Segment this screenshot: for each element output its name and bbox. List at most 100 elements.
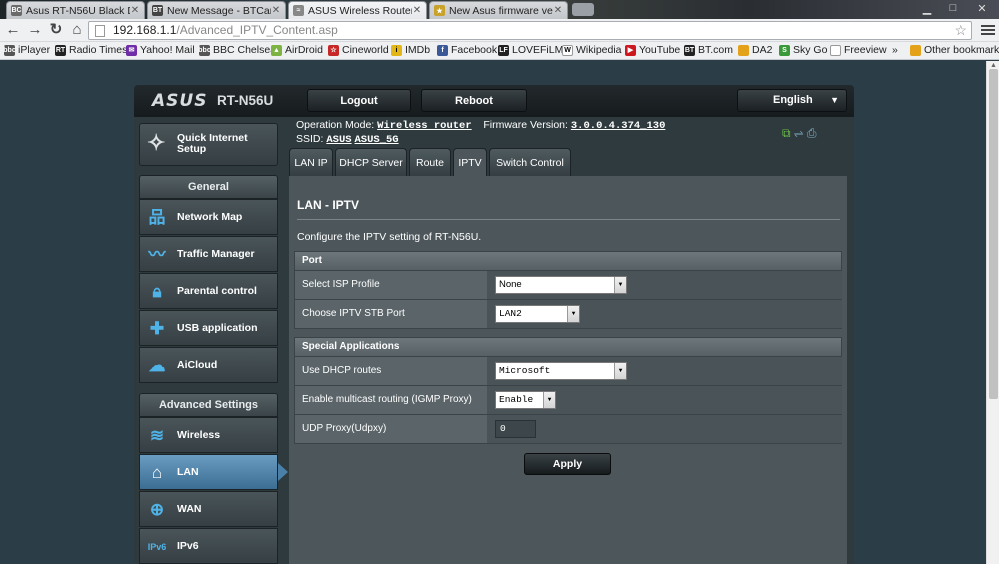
home-icon[interactable]: ⌂ [69,22,85,38]
language-select[interactable]: English ▼ [737,89,847,112]
status-icons: ⧉ ⇌ ⎙ [782,126,816,141]
bookmark-label: Freeview [844,44,887,56]
browser-tab-active[interactable]: ≈ ASUS Wireless Router RT-N ✕ [288,1,427,19]
sidebar-item-wireless[interactable]: ≋ Wireless [139,417,278,453]
page-scrollbar[interactable]: ▲ [986,61,999,564]
bookmark-star-icon[interactable]: ☆ [954,22,967,39]
bookmark-item[interactable]: ▶ YouTube [625,44,680,56]
stb-port-row: Choose IPTV STB Port LAN2 ▼ [294,300,842,329]
bookmark-item[interactable]: LF LOVEFiLM [498,44,563,56]
other-bookmarks[interactable]: Other bookmarks [910,44,999,56]
scroll-thumb[interactable] [989,69,998,399]
browser-tab[interactable]: BT New Message - BTCare Co ✕ [147,1,286,19]
stb-port-select[interactable]: LAN2 ▼ [495,305,580,323]
lock-icon: 🔒︎ [152,282,162,301]
usb-icon[interactable]: ⇌ [794,126,804,140]
chevron-down-icon: ▼ [543,392,555,408]
reboot-button[interactable]: Reboot [421,89,527,112]
dhcp-routes-row: Use DHCP routes Microsoft ▼ [294,357,842,386]
browser-menu-icon[interactable] [981,23,995,37]
sidebar-item-aicloud[interactable]: ☁ AiCloud [139,347,278,383]
bookmark-item[interactable]: ▲ AirDroid [271,44,323,56]
address-bar[interactable]: 192.168.1.1/Advanced_IPTV_Content.asp ☆ [88,21,972,40]
port-section-header: Port [294,251,842,271]
close-icon[interactable]: ✕ [553,5,563,16]
multicast-row: Enable multicast routing (IGMP Proxy) En… [294,386,842,415]
isp-profile-select[interactable]: None ▼ [495,276,627,294]
udpxy-input[interactable]: 0 [495,420,536,438]
close-icon[interactable]: ✕ [130,5,140,16]
browser-tab[interactable]: ★ New Asus firmware versio ✕ [429,1,568,19]
chevron-down-icon: ▼ [614,277,626,293]
bookmark-item[interactable]: i IMDb [391,44,430,56]
sidebar-item-ipv6[interactable]: IPv6 IPv6 [139,528,278,564]
lovefilm-icon: LF [498,44,509,56]
udpxy-cell: 0 [487,415,842,443]
browser-tabstrip: BC Asus RT-N56U Black Diam ✕ BT New Mess… [0,0,999,19]
bookmark-item[interactable]: RT Radio Times [55,44,127,56]
bookmark-item[interactable]: S Sky Go [779,44,827,56]
browser-toolbar: ← → ↻ ⌂ 192.168.1.1/Advanced_IPTV_Conten… [0,19,999,42]
sidebar-item-label: WAN [177,503,202,515]
bookmarks-bar: bbc iPlayer RT Radio Times ✉ Yahoo! Mail bb… [0,42,999,60]
bookmark-item[interactable]: ☆ Cineworld [328,44,389,56]
tab-switch-control[interactable]: Switch Control [489,148,571,176]
sidebar-item-wan[interactable]: ⊕ WAN [139,491,278,527]
minimize-icon[interactable]: ▁ [914,0,940,16]
tab-dhcp-server[interactable]: DHCP Server [335,148,407,176]
bookmark-item[interactable]: DA2 [738,44,772,56]
close-icon[interactable]: ✕ [412,5,422,16]
sidebar-item-traffic-manager[interactable]: 〰 Traffic Manager [139,236,278,272]
tab-lan-ip[interactable]: LAN IP [289,148,333,176]
window-close-icon[interactable]: ✕ [966,0,998,16]
close-icon[interactable]: ✕ [271,5,281,16]
op-mode-link[interactable]: Wireless router [377,120,472,132]
bookmark-item[interactable]: ✉ Yahoo! Mail [126,44,195,56]
scroll-up-icon[interactable]: ▲ [990,62,997,69]
bookmark-label: Sky Go [793,44,828,56]
bookmark-item[interactable]: BT BT.com [684,44,733,56]
multicast-label: Enable multicast routing (IGMP Proxy) [295,386,487,414]
reload-icon[interactable]: ↻ [48,22,64,38]
sidebar-item-usb-application[interactable]: ✚ USB application [139,310,278,346]
bookmark-item[interactable]: Freeview [830,44,887,56]
tab-title: Asus RT-N56U Black Diam [26,4,130,17]
bookmark-label: Radio Times [69,44,128,56]
magic-wand-icon: ✧ [147,130,166,155]
ssid-5g-link[interactable]: ASUS_5G [355,134,399,146]
asus-logo: ASUS [152,91,208,111]
back-arrow-icon[interactable]: ← [5,22,21,38]
sidebar-item-lan[interactable]: ⌂ LAN [139,454,288,490]
tab-iptv[interactable]: IPTV [453,148,487,176]
bookmark-item[interactable]: bbc iPlayer [3,44,51,56]
tab-route[interactable]: Route [409,148,451,176]
stb-port-label: Choose IPTV STB Port [295,300,487,328]
bookmark-item[interactable]: bbc BBC Chelsea [198,44,277,56]
apply-button[interactable]: Apply [524,453,611,475]
chevron-down-icon: ▼ [830,95,839,105]
dhcp-routes-select[interactable]: Microsoft ▼ [495,362,627,380]
maximize-icon[interactable]: □ [940,0,966,16]
logout-button[interactable]: Logout [307,89,411,112]
cloud-icon: ☁ [148,356,166,375]
bookmark-item[interactable]: f Facebook [437,44,497,56]
printer-icon[interactable]: ⎙ [807,126,817,140]
quick-internet-setup-button[interactable]: ✧ Quick Internet Setup [139,123,278,166]
ssid-link[interactable]: ASUS [326,134,351,146]
new-tab-button[interactable] [572,3,594,16]
tab-favicon-icon: BT [152,5,163,16]
bookmark-item[interactable]: W Wikipedia [562,44,622,56]
bookmarks-overflow-button[interactable]: » [892,44,898,56]
title-divider [297,219,840,220]
firmware-link[interactable]: 3.0.0.4.374_130 [571,120,666,132]
sidebar-item-network-map[interactable]: 品 Network Map [139,199,278,235]
tab-favicon-icon: BC [11,5,22,16]
sidebar-item-parental-control[interactable]: 🔒︎ Parental control [139,273,278,309]
multicast-select[interactable]: Enable ▼ [495,391,556,409]
sidebar-general-header: General [139,175,278,199]
network-status-icon[interactable]: ⧉ [782,126,791,140]
bookmark-label: iPlayer [18,44,51,56]
bookmark-label: BBC Chelsea [213,44,277,56]
browser-tab[interactable]: BC Asus RT-N56U Black Diam ✕ [6,1,145,19]
forward-arrow-icon[interactable]: → [27,22,43,38]
